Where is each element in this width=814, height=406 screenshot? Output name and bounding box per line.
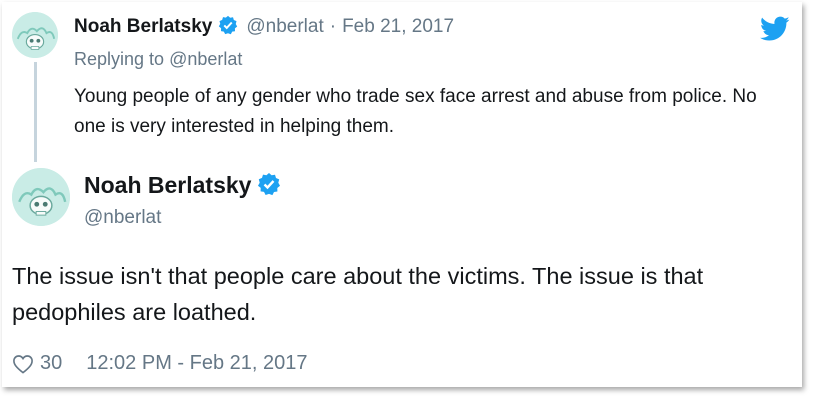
heart-icon[interactable] (12, 354, 34, 374)
parent-avatar[interactable] (12, 12, 58, 58)
reply-prefix: Replying to (74, 49, 170, 69)
replying-to: Replying to @nberlat (74, 49, 242, 70)
skull-avatar-icon (12, 168, 70, 226)
parent-handle[interactable]: @nberlat (246, 16, 323, 37)
main-handle[interactable]: @nberlat (84, 207, 161, 229)
skull-avatar-icon (12, 12, 58, 58)
thread-connector (34, 62, 37, 162)
verified-badge-icon (258, 173, 281, 196)
tweet-timestamp[interactable]: 12:02 PM - Feb 21, 2017 (86, 352, 307, 375)
parent-display-name[interactable]: Noah Berlatsky (74, 16, 212, 37)
main-display-name[interactable]: Noah Berlatsky (84, 172, 281, 199)
dot-separator: · (329, 16, 337, 37)
main-tweet-text: The issue isn't that people care about t… (12, 263, 704, 325)
parent-header: Noah Berlatsky @nberlat · Feb 21, 2017 (74, 15, 454, 38)
tweet-card: Noah Berlatsky @nberlat · Feb 21, 2017 Repl… (2, 2, 802, 387)
verified-badge-icon (219, 15, 238, 35)
main-avatar[interactable] (12, 168, 70, 226)
main-display-name-text[interactable]: Noah Berlatsky (84, 172, 251, 198)
like-count[interactable]: 30 (40, 352, 62, 375)
twitter-bird-icon[interactable] (760, 16, 790, 42)
parent-date[interactable]: Feb 21, 2017 (342, 16, 454, 37)
tweet-footer: 30 12:02 PM - Feb 21, 2017 (12, 352, 308, 375)
parent-tweet-text: Young people of any gender who trade sex… (74, 86, 757, 137)
reply-mention[interactable]: @nberlat (169, 49, 242, 69)
